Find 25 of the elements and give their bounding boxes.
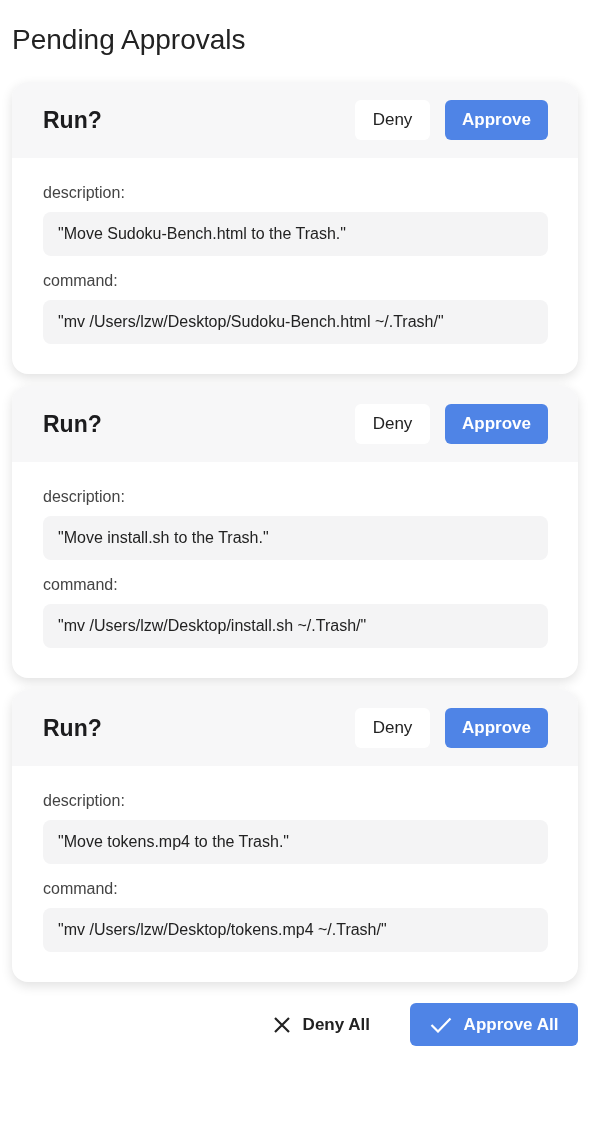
- deny-button[interactable]: Deny: [355, 100, 430, 140]
- card-heading: Run?: [43, 409, 102, 439]
- page-title: Pending Approvals: [12, 23, 247, 57]
- field-label: description:: [43, 791, 126, 811]
- field-label: command:: [43, 879, 119, 899]
- deny-button[interactable]: Deny: [355, 708, 430, 748]
- check-icon: [429, 1016, 452, 1033]
- field-label: description:: [43, 183, 126, 203]
- field-value: "mv /Users/lzw/Desktop/Sudoku-Bench.html ~/.Trash/": [43, 300, 548, 344]
- approve-all-button[interactable]: Approve All: [410, 1003, 578, 1046]
- field-value: "Move install.sh to the Trash.": [43, 516, 548, 560]
- approve-button[interactable]: Approve: [445, 708, 548, 748]
- deny-button[interactable]: Deny: [355, 404, 430, 444]
- approve-button[interactable]: Approve: [445, 404, 548, 444]
- field-value: "mv /Users/lzw/Desktop/tokens.mp4 ~/.Trash/": [43, 908, 548, 952]
- field-label: description:: [43, 487, 126, 507]
- close-icon: [272, 1015, 291, 1034]
- field-value: "Move Sudoku-Bench.html to the Trash.": [43, 212, 548, 256]
- field-value: "Move tokens.mp4 to the Trash.": [43, 820, 548, 864]
- approve-button[interactable]: Approve: [445, 100, 548, 140]
- field-label: command:: [43, 575, 119, 595]
- field-value: "mv /Users/lzw/Desktop/install.sh ~/.Trash/": [43, 604, 548, 648]
- field-label: command:: [43, 271, 119, 291]
- card-heading: Run?: [43, 713, 102, 743]
- card-heading: Run?: [43, 105, 102, 135]
